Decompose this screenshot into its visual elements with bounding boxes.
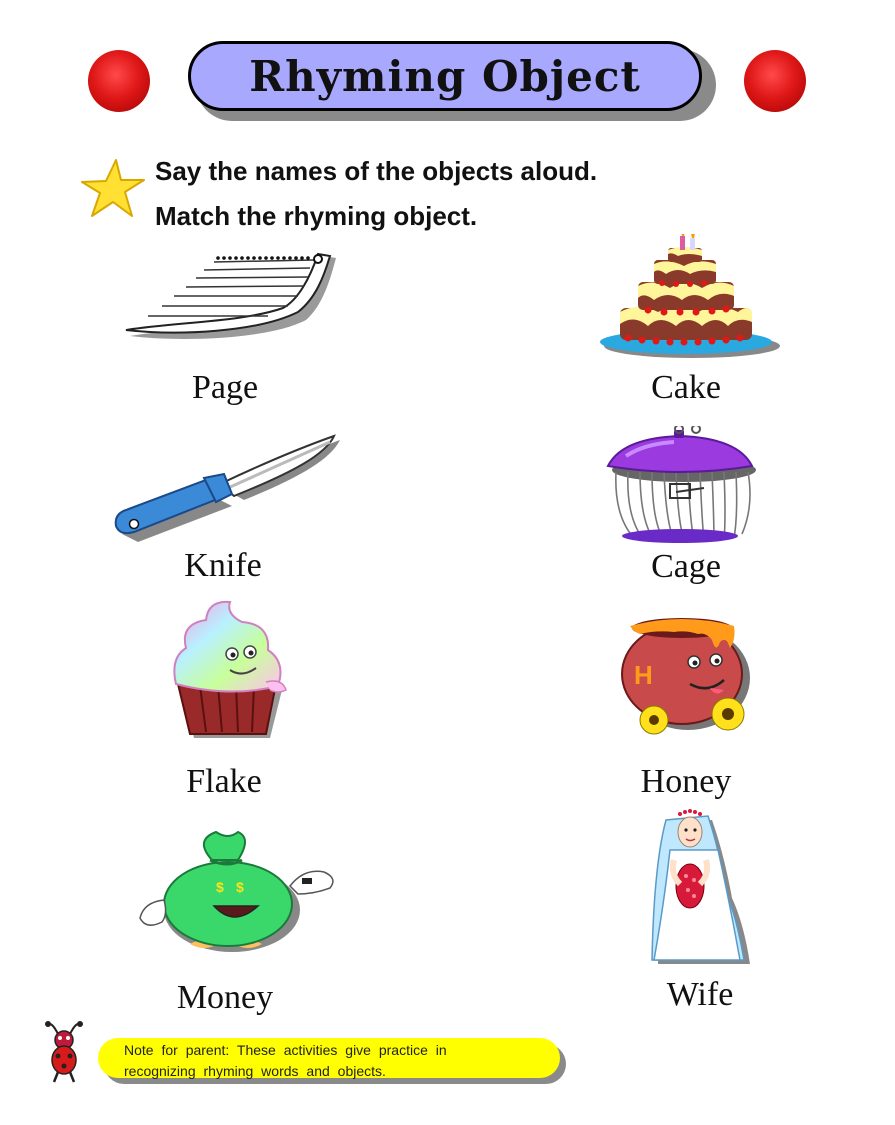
- red-ball-left: [88, 50, 150, 112]
- cage-icon: [606, 426, 756, 543]
- star-icon: [81, 159, 145, 217]
- title-banner: Rhyming Object: [188, 41, 702, 111]
- word-cake: Cake: [651, 369, 721, 406]
- page-icon: [125, 252, 336, 339]
- word-cage: Cage: [651, 548, 721, 585]
- instruction-line-2: Match the rhyming object.: [155, 201, 478, 231]
- money-bag-icon: $ $: [139, 830, 334, 952]
- instruction-line-1: Say the names of the objects aloud.: [155, 156, 598, 186]
- parent-note-line-2: recognizing rhyming words and objects.: [124, 1063, 386, 1079]
- word-page: Page: [191, 369, 259, 406]
- parent-note-line-1: Note for parent: These activities give p…: [124, 1042, 447, 1058]
- cake-icon: [600, 234, 780, 358]
- svg-text:$: $: [216, 879, 224, 895]
- svg-text:H: H: [634, 660, 653, 690]
- svg-text:$: $: [236, 879, 244, 895]
- word-knife: Knife: [184, 547, 262, 584]
- cupcake-icon: [173, 600, 287, 738]
- word-honey: Honey: [640, 763, 732, 800]
- honey-pot-icon: H: [621, 618, 750, 735]
- red-ball-right: [744, 50, 806, 112]
- parent-note: Note for parent: These activities give p…: [98, 1038, 560, 1079]
- word-flake: Flake: [186, 763, 262, 800]
- bride-icon: [651, 809, 750, 964]
- knife-icon: [114, 434, 340, 542]
- word-money: Money: [176, 979, 274, 1016]
- ladybug-icon: [45, 1021, 83, 1083]
- word-wife: Wife: [666, 976, 734, 1013]
- page-title: Rhyming Object: [249, 51, 641, 101]
